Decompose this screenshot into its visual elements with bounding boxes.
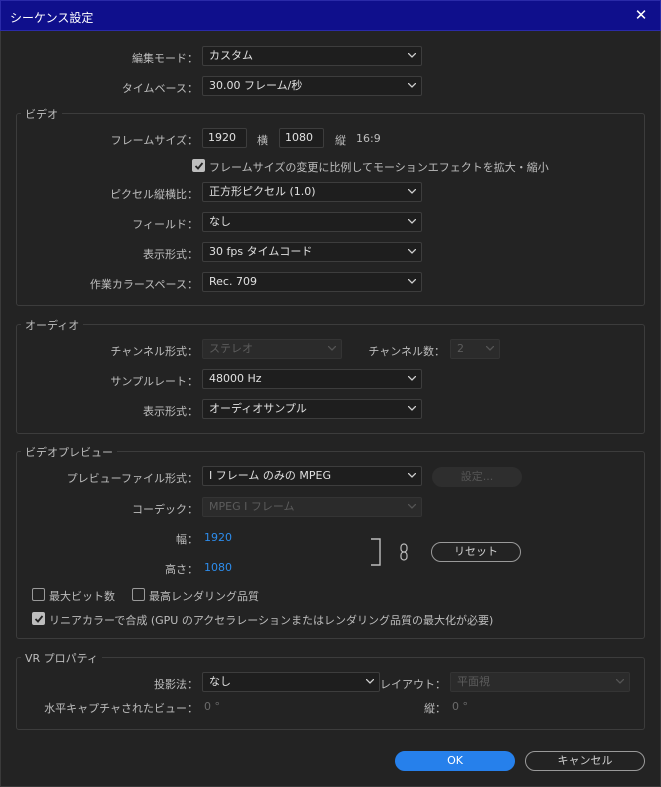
- projection-select[interactable]: なし: [202, 672, 380, 692]
- preview-width-value[interactable]: 1920: [204, 531, 232, 544]
- chevron-down-icon: [328, 346, 336, 351]
- chevron-down-icon: [408, 279, 416, 284]
- scale-motion-label: フレームサイズの変更に比例してモーションエフェクトを拡大・縮小: [209, 161, 549, 174]
- aspect-ratio-text: 16:9: [356, 132, 381, 145]
- audio-display-format-value: オーディオサンプル: [209, 402, 307, 415]
- frame-height-unit: 縦: [335, 134, 346, 147]
- edit-mode-label: 編集モード：: [132, 52, 198, 65]
- h-capture-value[interactable]: 0 °: [204, 700, 220, 713]
- max-render-quality-label: 最高レンダリング品質: [149, 590, 259, 603]
- channel-count-select[interactable]: 2: [450, 339, 500, 359]
- video-display-format-select[interactable]: 30 fps タイムコード: [202, 242, 422, 262]
- chain-link-icon[interactable]: [398, 543, 410, 561]
- fields-value: なし: [209, 215, 231, 228]
- channel-count-value: 2: [457, 342, 464, 355]
- edit-mode-value: カスタム: [209, 49, 253, 62]
- channel-format-label: チャンネル形式：: [110, 345, 198, 358]
- h-capture-label: 水平キャプチャされたビュー：: [44, 702, 198, 715]
- preview-file-format-select[interactable]: I フレーム のみの MPEG: [202, 466, 422, 486]
- preview-settings-button[interactable]: 設定...: [432, 467, 522, 487]
- frame-height-input[interactable]: 1080: [279, 128, 324, 148]
- pixel-aspect-value: 正方形ピクセル (1.0): [209, 185, 316, 198]
- color-space-select[interactable]: Rec. 709: [202, 272, 422, 292]
- video-display-format-label: 表示形式：: [143, 248, 198, 261]
- timebase-value: 30.00 フレーム/秒: [209, 79, 303, 92]
- chevron-down-icon: [408, 189, 416, 194]
- max-bit-depth-checkbox[interactable]: [32, 588, 45, 601]
- vertical-label: 縦：: [424, 702, 446, 715]
- layout-label: レイアウト：: [380, 678, 446, 691]
- frame-width-input[interactable]: 1920: [202, 128, 247, 148]
- chevron-down-icon: [408, 504, 416, 509]
- window-title: シーケンス設定: [10, 11, 94, 25]
- layout-select[interactable]: 平面視: [450, 672, 630, 692]
- codec-label: コーデック：: [132, 503, 198, 516]
- preview-height-label: 高さ：: [165, 563, 198, 576]
- preview-width-label: 幅：: [176, 533, 198, 546]
- chevron-down-icon: [408, 53, 416, 58]
- timebase-select[interactable]: 30.00 フレーム/秒: [202, 76, 422, 96]
- channel-format-select[interactable]: ステレオ: [202, 339, 342, 359]
- channel-format-value: ステレオ: [209, 342, 253, 355]
- chevron-down-icon: [408, 83, 416, 88]
- projection-label: 投影法：: [154, 678, 198, 691]
- chevron-down-icon: [366, 679, 374, 684]
- vertical-value[interactable]: 0 °: [452, 700, 468, 713]
- codec-value: MPEG I フレーム: [209, 500, 295, 513]
- max-render-quality-checkbox[interactable]: [132, 588, 145, 601]
- reset-button[interactable]: リセット: [431, 542, 521, 562]
- chevron-down-icon: [408, 376, 416, 381]
- pixel-aspect-label: ピクセル縦横比：: [110, 188, 198, 201]
- checkmark-icon: [194, 162, 204, 170]
- checkmark-icon: [34, 615, 44, 623]
- close-icon[interactable]: ✕: [632, 6, 650, 24]
- preview-file-format-value: I フレーム のみの MPEG: [209, 469, 332, 482]
- edit-mode-select[interactable]: カスタム: [202, 46, 422, 66]
- linear-color-label: リニアカラーで合成 (GPU のアクセラレーションまたはレンダリング品質の最大化…: [49, 614, 494, 627]
- chevron-down-icon: [616, 679, 624, 684]
- preview-file-format-label: プレビューファイル形式：: [66, 472, 198, 485]
- cancel-button[interactable]: キャンセル: [525, 751, 645, 771]
- max-bit-depth-label: 最大ビット数: [49, 590, 115, 603]
- video-display-format-value: 30 fps タイムコード: [209, 245, 313, 258]
- frame-size-label: フレームサイズ：: [110, 134, 198, 147]
- frame-width-unit: 横: [257, 134, 268, 147]
- audio-display-format-label: 表示形式：: [143, 405, 198, 418]
- timebase-label: タイムベース：: [121, 82, 198, 95]
- fields-label: フィールド：: [132, 218, 198, 231]
- fields-select[interactable]: なし: [202, 212, 422, 232]
- projection-value: なし: [209, 675, 231, 688]
- scale-motion-checkbox[interactable]: [192, 159, 205, 172]
- chevron-down-icon: [408, 473, 416, 478]
- channel-count-label: チャンネル数：: [368, 345, 445, 358]
- chevron-down-icon: [408, 406, 416, 411]
- audio-display-format-select[interactable]: オーディオサンプル: [202, 399, 422, 419]
- preview-height-value[interactable]: 1080: [204, 561, 232, 574]
- chevron-down-icon: [408, 249, 416, 254]
- layout-value: 平面視: [457, 675, 490, 688]
- pixel-aspect-select[interactable]: 正方形ピクセル (1.0): [202, 182, 422, 202]
- linear-color-checkbox[interactable]: [32, 612, 45, 625]
- codec-select[interactable]: MPEG I フレーム: [202, 497, 422, 517]
- vr-group: [16, 657, 645, 730]
- link-bracket-icon: [371, 538, 381, 566]
- color-space-label: 作業カラースペース：: [89, 278, 198, 291]
- video-group-title: ビデオ: [21, 106, 62, 122]
- ok-button[interactable]: OK: [395, 751, 515, 771]
- title-bar: シーケンス設定 ✕: [0, 0, 661, 31]
- video-preview-group-title: ビデオプレビュー: [21, 444, 117, 460]
- vr-group-title: VR プロパティ: [21, 650, 103, 666]
- sample-rate-label: サンプルレート：: [110, 375, 198, 388]
- audio-group-title: オーディオ: [21, 317, 84, 333]
- chevron-down-icon: [486, 346, 494, 351]
- chevron-down-icon: [408, 219, 416, 224]
- sample-rate-value: 48000 Hz: [209, 372, 262, 385]
- color-space-value: Rec. 709: [209, 275, 257, 288]
- sample-rate-select[interactable]: 48000 Hz: [202, 369, 422, 389]
